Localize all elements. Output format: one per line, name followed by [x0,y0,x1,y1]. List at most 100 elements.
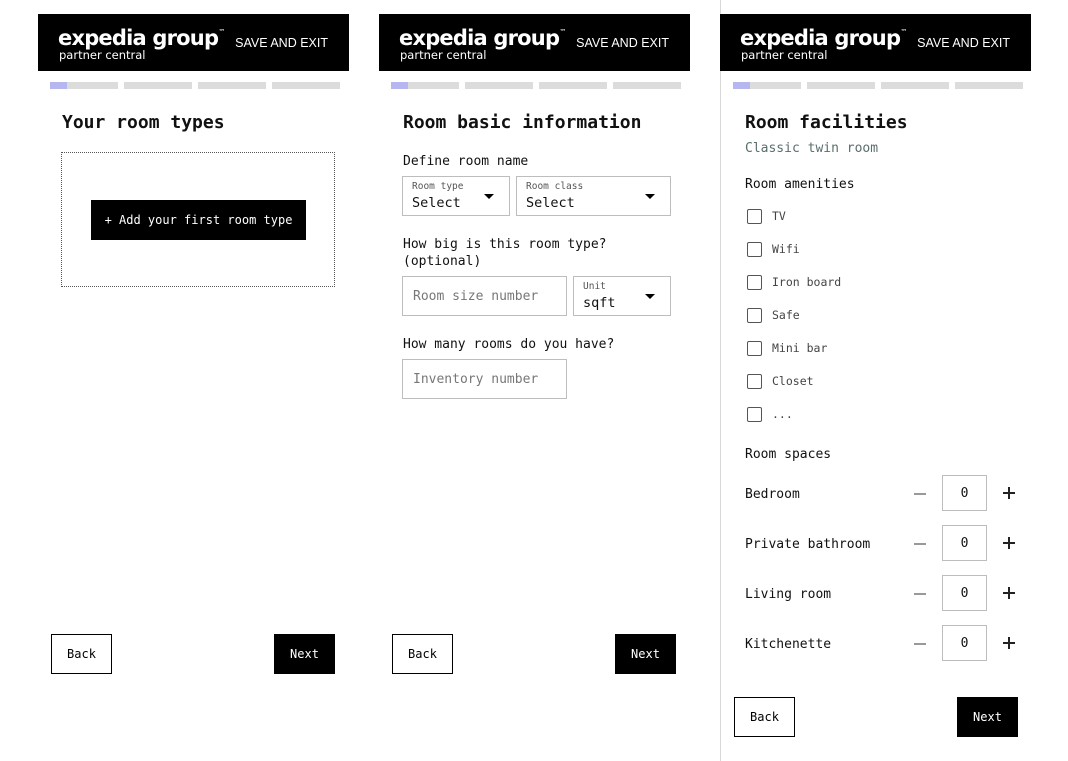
amenity-iron-board[interactable]: Iron board [747,272,841,292]
chevron-down-icon [645,194,655,199]
minus-icon [914,643,926,645]
progress-step-3 [198,82,266,89]
progress-step-1 [733,82,801,89]
amenity-more[interactable]: ... [747,404,793,424]
increment-button[interactable] [997,631,1021,655]
expedia-group-logo: expedia group™ partner central [399,26,567,62]
room-type-value: Select [412,195,461,211]
amenity-label: Closet [772,374,814,388]
space-label: Living room [745,587,832,602]
space-row-private-bathroom: Private bathroom 0 [721,525,1032,565]
progress-step-4 [955,82,1023,89]
space-label: Kitchenette [745,637,832,652]
define-room-name-label: Define room name [403,154,529,169]
room-size-field[interactable] [402,276,567,316]
count-value[interactable]: 0 [942,575,987,611]
checkbox[interactable] [747,406,762,422]
app-header: expedia group™ partner central SAVE AND … [720,14,1031,71]
progress-bar [50,82,340,89]
inventory-field[interactable] [402,359,567,399]
progress-bar [391,82,681,89]
plus-icon [1008,486,1010,499]
amenity-label: Mini bar [772,341,828,355]
screen-room-basic-info: expedia group™ partner central SAVE AND … [379,0,690,761]
room-type-select[interactable]: Room type Select [402,176,510,216]
unit-select[interactable]: Unit sqft [573,276,671,316]
count-value[interactable]: 0 [942,625,987,661]
room-type-label: Room type [412,181,464,192]
amenity-mini-bar[interactable]: Mini bar [747,338,827,358]
chevron-down-icon [645,294,655,299]
progress-fill [50,82,67,89]
back-button[interactable]: Back [51,634,112,674]
amenity-wifi[interactable]: Wifi [747,239,800,259]
back-button[interactable]: Back [734,697,795,737]
room-size-input[interactable] [403,277,566,315]
next-button[interactable]: Next [274,634,335,674]
progress-step-1 [391,82,459,89]
back-button[interactable]: Back [392,634,453,674]
save-and-exit-button[interactable]: SAVE AND EXIT [576,36,669,50]
amenity-label: ... [772,407,793,421]
amenity-safe[interactable]: Safe [747,305,800,325]
chevron-down-icon [484,194,494,199]
next-button[interactable]: Next [615,634,676,674]
expedia-group-logo: expedia group™ partner central [58,26,226,62]
count-value[interactable]: 0 [942,525,987,561]
amenity-label: Iron board [772,275,842,289]
page-title: Your room types [62,112,225,133]
room-spaces-label: Room spaces [745,447,832,462]
progress-step-2 [807,82,875,89]
checkbox[interactable] [747,340,762,356]
unit-value: sqft [583,295,616,311]
progress-step-3 [539,82,607,89]
room-class-value: Select [526,195,575,211]
decrement-button[interactable] [908,483,932,507]
amenity-label: Safe [772,308,800,322]
page-title: Room basic information [403,112,642,133]
count-value[interactable]: 0 [942,475,987,511]
minus-icon [914,543,926,545]
room-count-question: How many rooms do you have? [403,337,615,352]
inventory-input[interactable] [403,360,566,398]
plus-icon [1008,636,1010,649]
page-title: Room facilities [745,112,908,133]
space-row-bedroom: Bedroom 0 [721,475,1032,515]
progress-step-2 [465,82,533,89]
amenity-closet[interactable]: Closet [747,371,814,391]
checkbox[interactable] [747,373,762,389]
add-first-room-type-button[interactable]: + Add your first room type [91,200,306,240]
minus-icon [914,593,926,595]
amenity-label: Wifi [772,242,800,256]
space-row-living-room: Living room 0 [721,575,1032,615]
room-size-question: How big is this room type? (optional) [403,236,607,270]
save-and-exit-button[interactable]: SAVE AND EXIT [917,36,1010,50]
room-size-question-line2: (optional) [403,254,482,269]
checkbox[interactable] [747,208,762,224]
app-header: expedia group™ partner central SAVE AND … [379,14,690,71]
amenity-tv[interactable]: TV [747,206,786,226]
minus-icon [914,493,926,495]
checkbox[interactable] [747,241,762,257]
checkbox[interactable] [747,274,762,290]
room-class-select[interactable]: Room class Select [516,176,671,216]
decrement-button[interactable] [908,583,932,607]
room-class-label: Room class [526,181,584,192]
expedia-group-logo: expedia group™ partner central [740,26,908,62]
next-button[interactable]: Next [957,697,1018,737]
increment-button[interactable] [997,581,1021,605]
save-and-exit-button[interactable]: SAVE AND EXIT [235,36,328,50]
progress-step-2 [124,82,192,89]
space-label: Bedroom [745,487,800,502]
progress-step-4 [613,82,681,89]
space-row-kitchenette: Kitchenette 0 [721,625,1032,665]
decrement-button[interactable] [908,533,932,557]
increment-button[interactable] [997,531,1021,555]
decrement-button[interactable] [908,633,932,657]
progress-bar [733,82,1023,89]
space-label: Private bathroom [745,537,871,552]
checkbox[interactable] [747,307,762,323]
screen-room-facilities: expedia group™ partner central SAVE AND … [720,0,1031,761]
increment-button[interactable] [997,481,1021,505]
plus-icon [1008,536,1010,549]
